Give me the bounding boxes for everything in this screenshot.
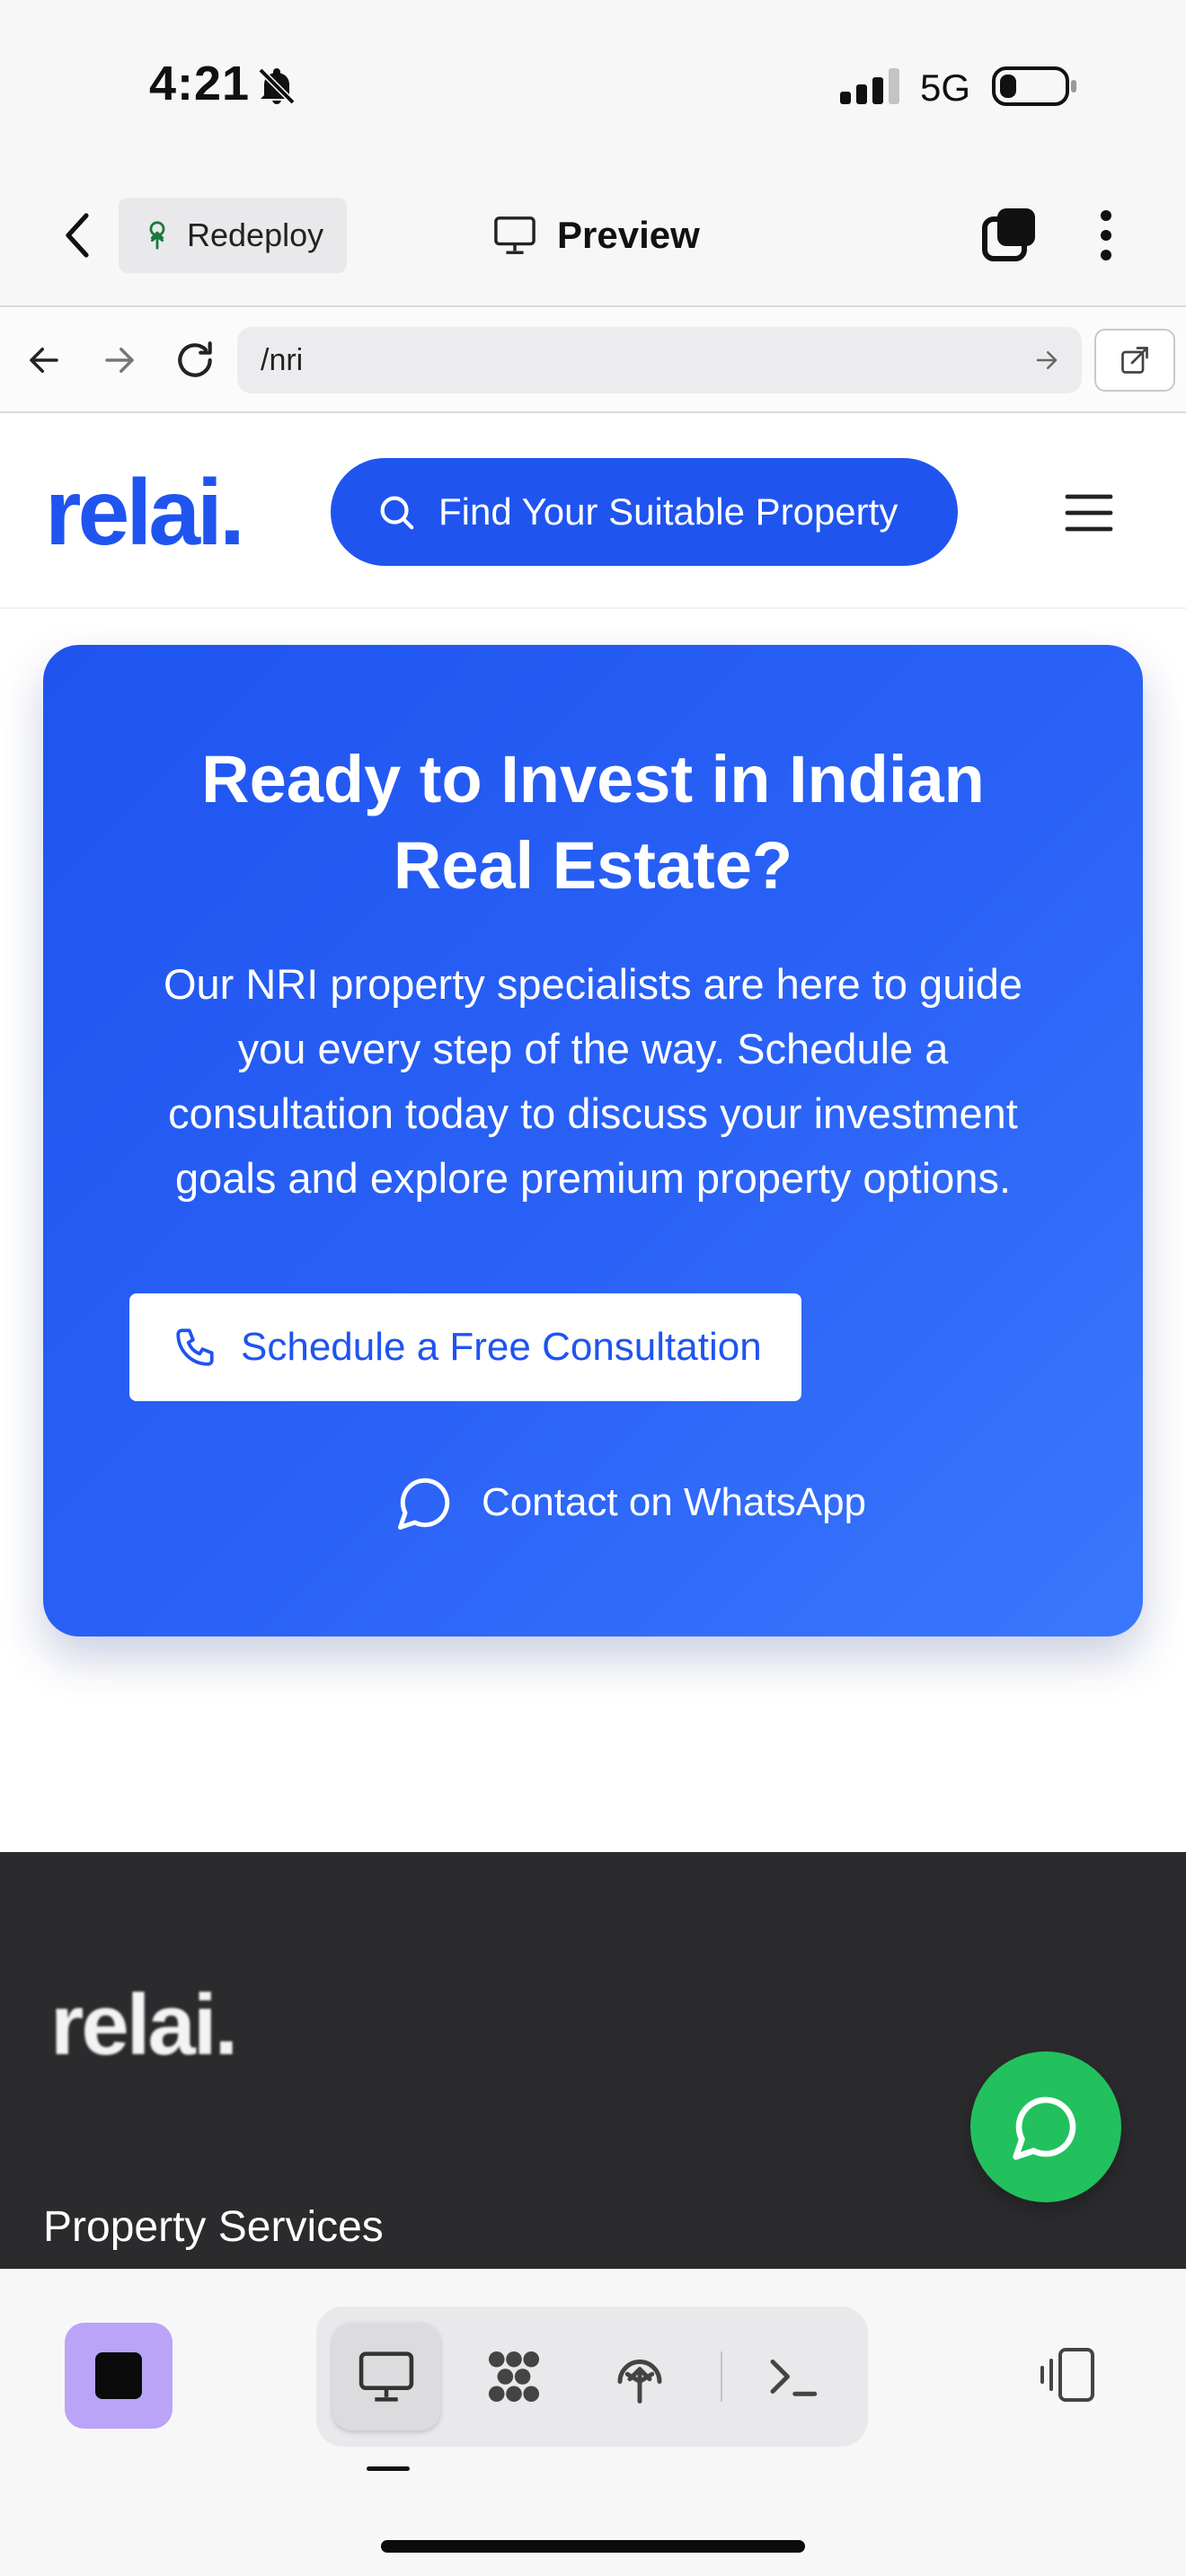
bottom-bar [0,2269,1186,2576]
battery-icon [992,66,1076,106]
tree-icon [149,221,165,250]
chat-bubble-icon [1013,2096,1076,2160]
url-field[interactable]: /nri [237,327,1082,393]
arrow-right-icon[interactable] [101,341,138,379]
active-mode-indicator [367,2466,410,2471]
stop-button[interactable] [65,2323,173,2429]
shell-mode-button[interactable] [739,2323,846,2430]
deploy-mode-button[interactable] [586,2323,694,2430]
status-bar: 4:21 5G [0,0,1186,171]
grid-icon [488,2351,540,2403]
cta-card: Ready to Invest in Indian Real Estate? O… [43,645,1143,1636]
mode-switcher [316,2307,868,2447]
status-time: 4:21 [149,57,251,110]
footer-heading: Property Services [43,2203,384,2251]
preview-mode-button[interactable] [332,2323,440,2430]
preview-title: Preview [492,208,700,262]
home-indicator [381,2540,805,2553]
schedule-consultation-label: Schedule a Free Consultation [241,1325,762,1369]
deploy-icon [617,2360,662,2404]
reload-icon[interactable] [173,338,217,383]
redeploy-button[interactable]: Redeploy [119,198,347,273]
layout-toggle-icon[interactable] [1035,2342,1100,2407]
whatsapp-contact-label: Contact on WhatsApp [482,1480,867,1524]
more-vertical-icon[interactable] [1091,207,1121,264]
monitor-icon [358,2351,414,2402]
monitor-icon [494,216,535,254]
cta-title: Ready to Invest in Indian Real Estate? [201,742,985,903]
whatsapp-contact-button[interactable]: Contact on WhatsApp [395,1466,866,1539]
mode-divider [721,2351,722,2402]
chat-bubble-icon [398,1478,450,1530]
bell-off-icon [258,67,296,105]
phone-icon [176,1328,214,1366]
app-toolbar: Redeploy Preview [0,171,1186,305]
find-property-button[interactable]: Find Your Suitable Property [331,458,958,566]
open-external-button[interactable] [1094,329,1175,392]
menu-icon[interactable] [1064,492,1114,534]
tabs-icon[interactable] [981,205,1039,262]
site-header: relai. Find Your Suitable Property [0,413,1186,609]
site-logo[interactable]: relai. [45,460,245,567]
assets-mode-button[interactable] [460,2323,568,2430]
chevron-left-icon[interactable] [56,208,99,262]
cta-body: Our NRI property specialists are here to… [163,960,1023,1202]
whatsapp-fab[interactable] [970,2051,1121,2202]
arrow-right-icon[interactable] [1033,347,1060,374]
preview-label: Preview [557,214,700,256]
network-label: 5G [920,66,971,109]
external-link-icon [1121,347,1148,374]
find-property-label: Find Your Suitable Property [438,490,898,533]
stop-icon [95,2352,142,2399]
browser-bar: /nri [0,305,1186,413]
arrow-left-icon[interactable] [25,341,63,379]
footer-logo: relai. [50,1977,238,2073]
schedule-consultation-button[interactable]: Schedule a Free Consultation [129,1293,801,1401]
signal-icon [840,68,899,104]
redeploy-label: Redeploy [187,216,324,253]
url-text: /nri [261,342,304,377]
terminal-icon [770,2360,818,2396]
search-icon [380,496,414,530]
